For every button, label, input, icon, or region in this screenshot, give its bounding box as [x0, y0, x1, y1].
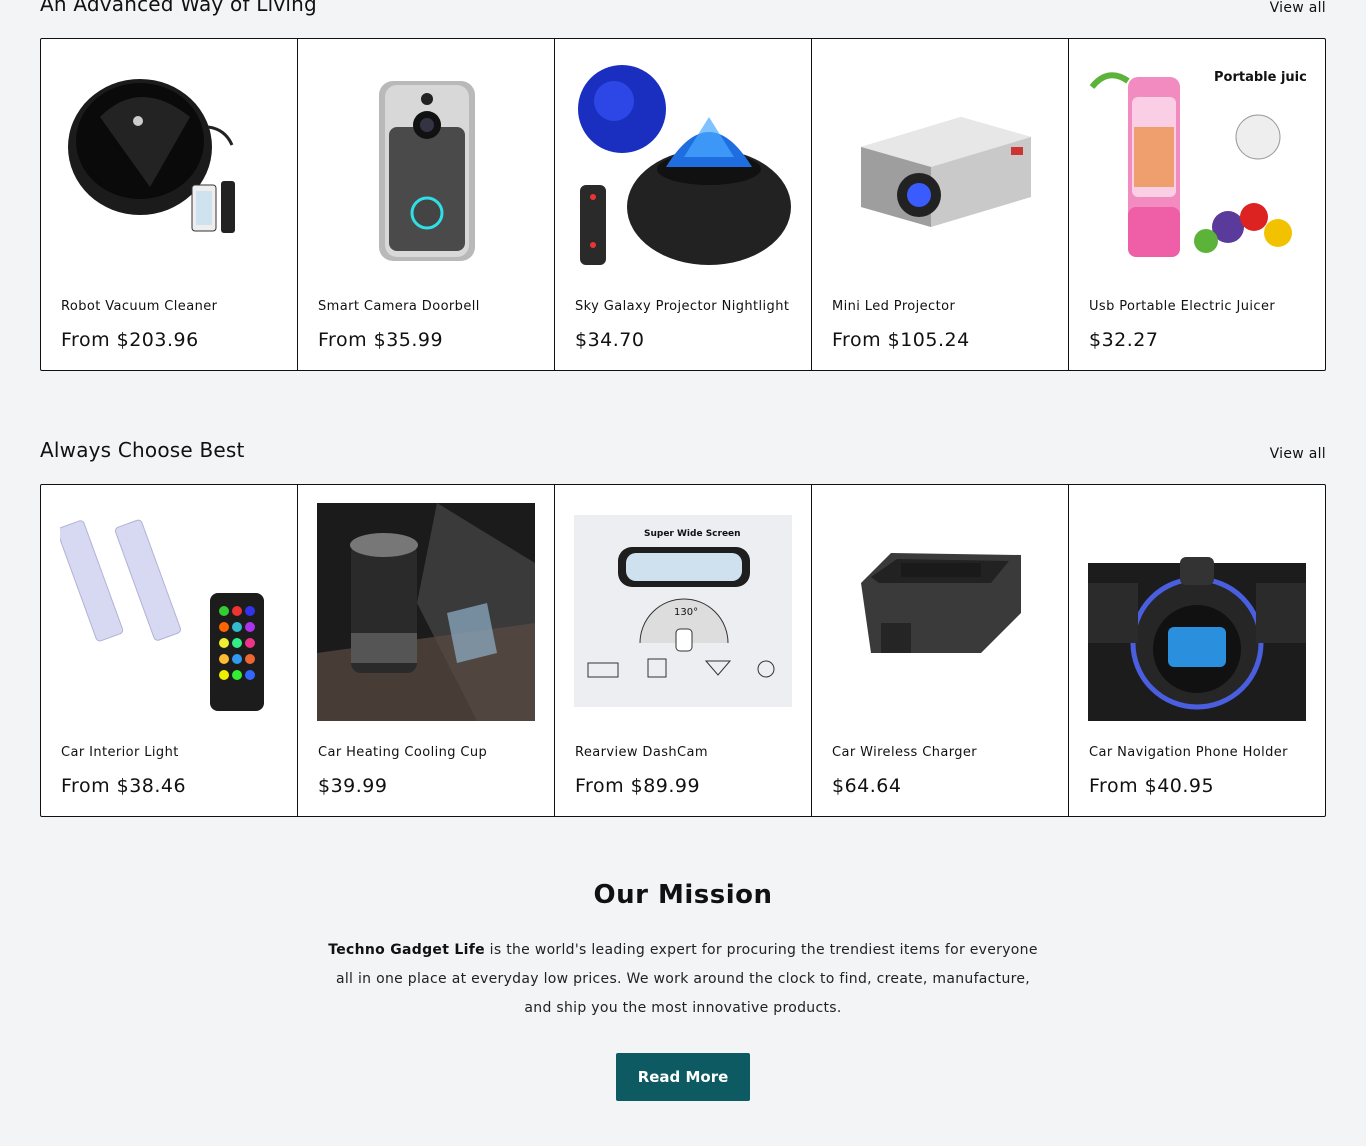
dashcam-image: Super Wide Screen 130° — [574, 503, 792, 721]
view-all-link[interactable]: View all — [1270, 446, 1326, 462]
section-advanced-living: An Advanced Way of Living View all Robot… — [40, 0, 1326, 371]
product-card[interactable]: Robot Vacuum Cleaner From $203.96 — [41, 39, 298, 370]
product-name[interactable]: Car Heating Cooling Cup — [318, 745, 487, 760]
product-price: From $203.96 — [61, 329, 199, 351]
svg-text:Portable juicer: Portable juicer — [1214, 70, 1306, 85]
section-header: Always Choose Best View all — [40, 432, 1326, 462]
view-all-link[interactable]: View all — [1270, 0, 1326, 16]
section-title: An Advanced Way of Living — [40, 0, 317, 16]
product-price: $34.70 — [575, 329, 645, 351]
section-header: An Advanced Way of Living View all — [40, 0, 1326, 16]
juicer-image: Portable juicer — [1088, 57, 1306, 275]
product-price: From $35.99 — [318, 329, 444, 351]
product-name[interactable]: Smart Camera Doorbell — [318, 299, 480, 314]
mission-text: Techno Gadget Life is the world's leadin… — [323, 936, 1043, 1023]
product-name[interactable]: Mini Led Projector — [832, 299, 955, 314]
wireless-charger-image — [831, 503, 1049, 721]
phone-holder-image — [1088, 503, 1306, 721]
product-price: From $40.95 — [1089, 775, 1215, 797]
product-card[interactable]: Car Heating Cooling Cup $39.99 — [298, 485, 555, 816]
section-always-choose-best: Always Choose Best View all Car Interior… — [40, 432, 1326, 817]
product-card[interactable]: Portable juicer Usb Portable Electric Ju… — [1069, 39, 1325, 370]
product-price: $32.27 — [1089, 329, 1159, 351]
product-price: From $38.46 — [61, 775, 187, 797]
product-name[interactable]: Rearview DashCam — [575, 745, 708, 760]
interior-light-image — [60, 503, 278, 721]
projector-image — [831, 57, 1049, 275]
product-grid: Robot Vacuum Cleaner From $203.96 Smart … — [40, 38, 1326, 371]
product-card[interactable]: Car Navigation Phone Holder From $40.95 — [1069, 485, 1325, 816]
product-name[interactable]: Car Interior Light — [61, 745, 179, 760]
product-name[interactable]: Car Navigation Phone Holder — [1089, 745, 1288, 760]
svg-text:130°: 130° — [674, 607, 698, 618]
product-price: $39.99 — [318, 775, 388, 797]
product-price: From $105.24 — [832, 329, 970, 351]
product-price: $64.64 — [832, 775, 902, 797]
cup-image — [317, 503, 535, 721]
mission-section: Our Mission Techno Gadget Life is the wo… — [0, 880, 1366, 1101]
brand-name: Techno Gadget Life — [328, 942, 485, 958]
product-card[interactable]: Car Wireless Charger $64.64 — [812, 485, 1069, 816]
product-card[interactable]: Mini Led Projector From $105.24 — [812, 39, 1069, 370]
galaxy-projector-image — [574, 57, 792, 275]
product-grid: Car Interior Light From $38.46 Car Heati… — [40, 484, 1326, 817]
product-name[interactable]: Car Wireless Charger — [832, 745, 977, 760]
robot-vacuum-image — [60, 57, 278, 275]
doorbell-image — [317, 57, 535, 275]
mission-title: Our Mission — [593, 880, 773, 910]
product-card[interactable]: Sky Galaxy Projector Nightlight $34.70 — [555, 39, 812, 370]
product-card[interactable]: Car Interior Light From $38.46 — [41, 485, 298, 816]
product-name[interactable]: Robot Vacuum Cleaner — [61, 299, 217, 314]
product-card[interactable]: Super Wide Screen 130° Rearview DashCam … — [555, 485, 812, 816]
svg-text:Super Wide Screen: Super Wide Screen — [644, 529, 741, 539]
product-price: From $89.99 — [575, 775, 701, 797]
read-more-button[interactable]: Read More — [616, 1053, 750, 1101]
section-title: Always Choose Best — [40, 438, 245, 462]
product-name[interactable]: Sky Galaxy Projector Nightlight — [575, 299, 789, 314]
product-name[interactable]: Usb Portable Electric Juicer — [1089, 299, 1275, 314]
product-card[interactable]: Smart Camera Doorbell From $35.99 — [298, 39, 555, 370]
